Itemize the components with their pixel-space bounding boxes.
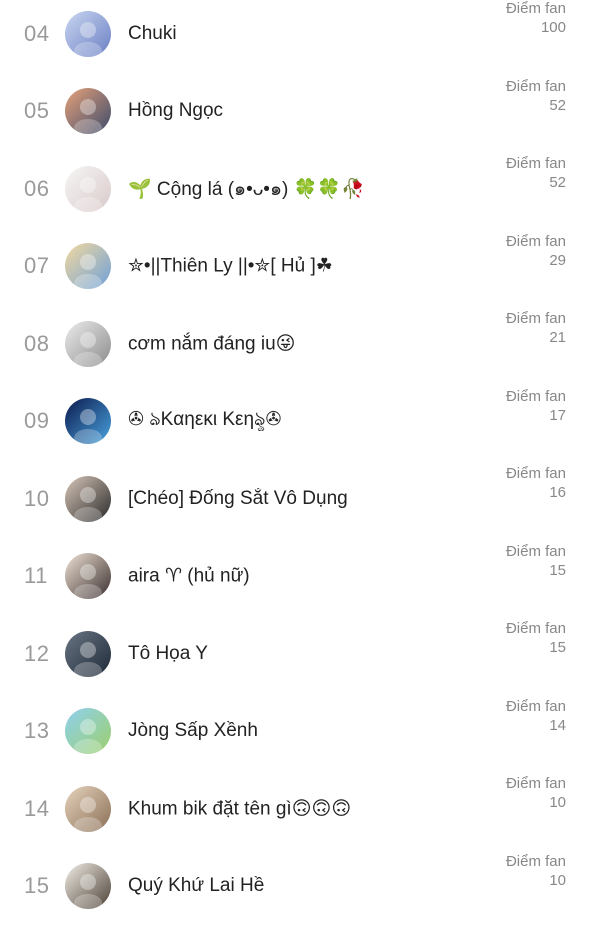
fan-score-label: Điểm fan bbox=[506, 542, 566, 561]
fan-list-item[interactable]: 10 [Chéo] Đống Sắt Vô Dụng Điểm fan16 bbox=[0, 460, 600, 538]
fan-list-item[interactable]: 12 Tô Họa Y Điểm fan15 bbox=[0, 615, 600, 693]
fan-score-value: 15 bbox=[506, 561, 566, 580]
avatar[interactable] bbox=[65, 88, 111, 134]
fan-score: Điểm fan21 bbox=[506, 309, 566, 347]
user-name[interactable]: Chuki bbox=[128, 23, 177, 45]
fan-score-value: 21 bbox=[506, 328, 566, 347]
avatar-image bbox=[65, 476, 111, 522]
avatar-image bbox=[65, 88, 111, 134]
fan-list-item[interactable]: 06 🌱 Cộng lá (๑•ᴗ•๑) 🍀🍀🥀 Điểm fan52 bbox=[0, 150, 600, 228]
fan-score-label: Điểm fan bbox=[506, 852, 566, 871]
fan-score: Điểm fan29 bbox=[506, 232, 566, 270]
avatar-image bbox=[65, 863, 111, 909]
fan-score-value: 10 bbox=[506, 871, 566, 890]
user-name[interactable]: [Chéo] Đống Sắt Vô Dụng bbox=[128, 488, 348, 510]
fan-score: Điểm fan10 bbox=[506, 852, 566, 890]
fan-list-item[interactable]: 07 ✮•||Thiên Ly ||•✮[ Hủ ]☘ Điểm fan29 bbox=[0, 228, 600, 306]
rank-number: 05 bbox=[24, 98, 49, 124]
user-name[interactable]: cơm nắm đáng iu😜 bbox=[128, 332, 295, 355]
avatar[interactable] bbox=[65, 11, 111, 57]
fan-score: Điểm fan52 bbox=[506, 77, 566, 115]
user-name[interactable]: Jòng Sấp Xềnh bbox=[128, 720, 258, 742]
avatar-image bbox=[65, 398, 111, 444]
fan-score: Điểm fan15 bbox=[506, 619, 566, 657]
avatar[interactable] bbox=[65, 321, 111, 367]
fan-list-item[interactable]: 04 Chuki Điểm fan100 bbox=[0, 0, 600, 73]
user-name[interactable]: Tô Họa Y bbox=[128, 643, 208, 665]
rank-number: 09 bbox=[24, 408, 49, 434]
avatar[interactable] bbox=[65, 786, 111, 832]
avatar[interactable] bbox=[65, 166, 111, 212]
rank-number: 15 bbox=[24, 873, 49, 899]
fan-list-item[interactable]: 05 Hồng Ngọc Điểm fan52 bbox=[0, 73, 600, 151]
user-name[interactable]: aira ♈ (hủ nữ) bbox=[128, 565, 250, 588]
rank-number: 08 bbox=[24, 331, 49, 357]
fan-list-item[interactable]: 13 Jòng Sấp Xềnh Điểm fan14 bbox=[0, 693, 600, 771]
rank-number: 14 bbox=[24, 796, 49, 822]
avatar[interactable] bbox=[65, 398, 111, 444]
fan-score-value: 15 bbox=[506, 638, 566, 657]
user-name[interactable]: Hồng Ngọc bbox=[128, 100, 223, 122]
avatar-image bbox=[65, 321, 111, 367]
user-name[interactable]: ✮•||Thiên Ly ||•✮[ Hủ ]☘ bbox=[128, 255, 333, 278]
fan-list-item[interactable]: 15 Quý Khứ Lai Hề Điểm fan10 bbox=[0, 848, 600, 925]
fan-score-label: Điểm fan bbox=[506, 464, 566, 483]
rank-number: 07 bbox=[24, 253, 49, 279]
fan-score: Điểm fan100 bbox=[506, 0, 566, 37]
user-name[interactable]: 🌱 Cộng lá (๑•ᴗ•๑) 🍀🍀🥀 bbox=[128, 174, 365, 204]
fan-score: Điểm fan10 bbox=[506, 774, 566, 812]
fan-score-label: Điểm fan bbox=[506, 232, 566, 251]
user-name[interactable]: Quý Khứ Lai Hề bbox=[128, 875, 264, 897]
fan-score: Điểm fan16 bbox=[506, 464, 566, 502]
avatar-image bbox=[65, 553, 111, 599]
fan-list-item[interactable]: 09 ✇ ঌKαηεκι Kεηৡ✇ Điểm fan17 bbox=[0, 383, 600, 461]
rank-number: 13 bbox=[24, 718, 49, 744]
avatar-image bbox=[65, 166, 111, 212]
fan-score-label: Điểm fan bbox=[506, 774, 566, 793]
avatar-image bbox=[65, 631, 111, 677]
fan-score: Điểm fan52 bbox=[506, 154, 566, 192]
avatar[interactable] bbox=[65, 553, 111, 599]
user-name[interactable]: Khum bik đặt tên gì🙃🙃🙃 bbox=[128, 797, 351, 820]
fan-score-value: 100 bbox=[506, 18, 566, 37]
avatar-image bbox=[65, 708, 111, 754]
fan-score: Điểm fan17 bbox=[506, 387, 566, 425]
fan-score-value: 52 bbox=[506, 173, 566, 192]
fan-score-label: Điểm fan bbox=[506, 387, 566, 406]
fan-score-value: 52 bbox=[506, 96, 566, 115]
fan-score-label: Điểm fan bbox=[506, 0, 566, 18]
avatar[interactable] bbox=[65, 708, 111, 754]
rank-number: 10 bbox=[24, 486, 49, 512]
fan-score: Điểm fan15 bbox=[506, 542, 566, 580]
rank-number: 06 bbox=[24, 176, 49, 202]
avatar-image bbox=[65, 11, 111, 57]
fan-score-label: Điểm fan bbox=[506, 309, 566, 328]
fan-score-value: 29 bbox=[506, 251, 566, 270]
fan-score-value: 10 bbox=[506, 793, 566, 812]
avatar[interactable] bbox=[65, 631, 111, 677]
fan-score: Điểm fan14 bbox=[506, 697, 566, 735]
avatar[interactable] bbox=[65, 243, 111, 289]
fan-list-item[interactable]: 08 cơm nắm đáng iu😜 Điểm fan21 bbox=[0, 305, 600, 383]
user-name[interactable]: ✇ ঌKαηεκι Kεηৡ✇ bbox=[128, 405, 281, 437]
fan-score-label: Điểm fan bbox=[506, 154, 566, 173]
rank-number: 12 bbox=[24, 641, 49, 667]
fan-score-value: 17 bbox=[506, 406, 566, 425]
fan-list-item[interactable]: 11 aira ♈ (hủ nữ) Điểm fan15 bbox=[0, 538, 600, 616]
fan-ranking-list: 04ChukiĐiểm fan10005Hồng NgọcĐiểm fan520… bbox=[0, 0, 600, 918]
fan-list-item[interactable]: 14 Khum bik đặt tên gì🙃🙃🙃 Điểm fan10 bbox=[0, 770, 600, 848]
avatar[interactable] bbox=[65, 863, 111, 909]
avatar-image bbox=[65, 243, 111, 289]
fan-score-value: 16 bbox=[506, 483, 566, 502]
avatar-image bbox=[65, 786, 111, 832]
fan-score-label: Điểm fan bbox=[506, 697, 566, 716]
avatar[interactable] bbox=[65, 476, 111, 522]
rank-number: 11 bbox=[24, 563, 48, 589]
fan-score-value: 14 bbox=[506, 716, 566, 735]
fan-score-label: Điểm fan bbox=[506, 619, 566, 638]
rank-number: 04 bbox=[24, 21, 49, 47]
fan-score-label: Điểm fan bbox=[506, 77, 566, 96]
